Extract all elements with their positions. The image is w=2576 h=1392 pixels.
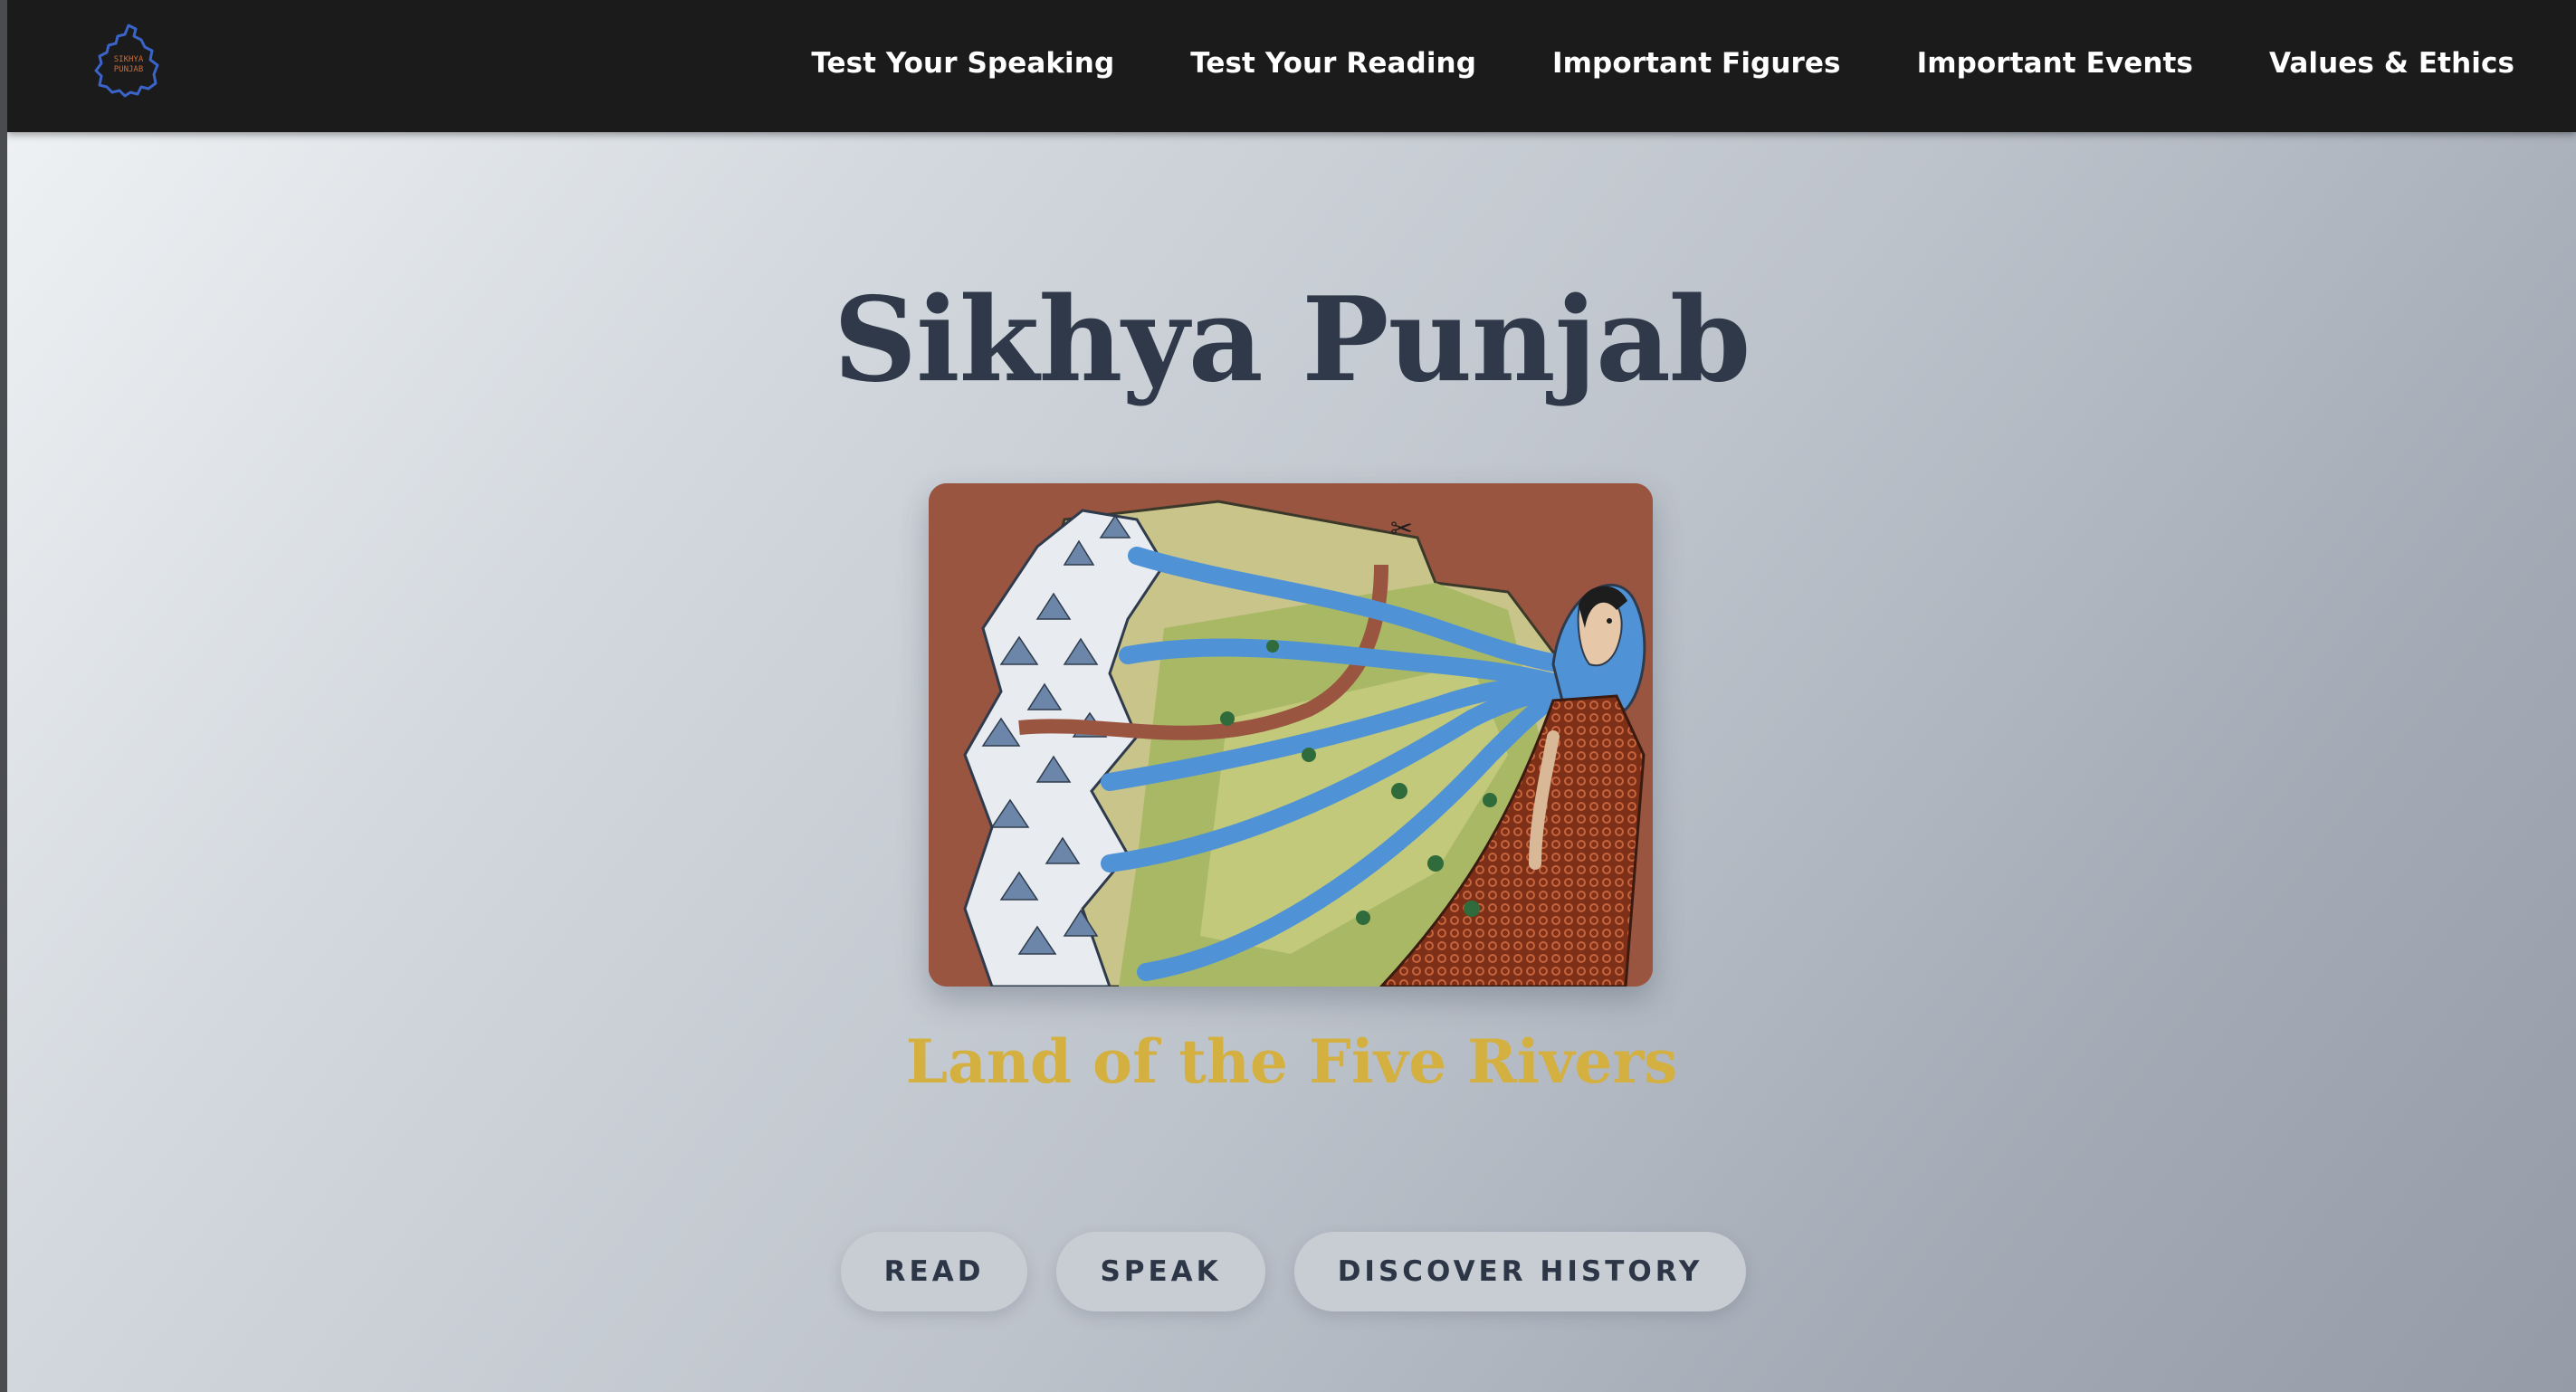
page-title: Sikhya Punjab [833, 272, 1751, 408]
logo-text-line-2: PUNJAB [114, 65, 144, 74]
hero-illustration: ✂ [929, 483, 1653, 987]
nav-link-values-ethics[interactable]: Values & Ethics [2269, 47, 2514, 80]
hero-tagline: Land of the Five Rivers [905, 1026, 1678, 1097]
discover-history-button[interactable]: DISCOVER HISTORY [1293, 1232, 1747, 1311]
browser-viewport: SIKHYA PUNJAB Test Your Speaking Test Yo… [7, 0, 2576, 1392]
five-rivers-illustration: ✂ [929, 483, 1653, 987]
nav-link-test-your-speaking[interactable]: Test Your Speaking [811, 47, 1114, 80]
read-button[interactable]: READ [840, 1232, 1028, 1311]
logo-text-line-1: SIKHYA [114, 55, 144, 64]
punjab-map-logo-icon: SIKHYA PUNJAB [94, 24, 159, 98]
hero-section: Sikhya Punjab ✂ Land of the Five Rivers … [7, 132, 2576, 1392]
speak-button[interactable]: SPEAK [1056, 1232, 1265, 1311]
scissors-icon: ✂ [1390, 513, 1413, 545]
nav-link-test-your-reading[interactable]: Test Your Reading [1190, 47, 1476, 80]
nav-link-important-figures[interactable]: Important Figures [1552, 47, 1841, 80]
hero-action-buttons: READ SPEAK DISCOVER HISTORY [7, 1232, 2576, 1311]
nav-links: Test Your Speaking Test Your Reading Imp… [811, 0, 2514, 127]
top-navbar: SIKHYA PUNJAB Test Your Speaking Test Yo… [7, 0, 2576, 132]
site-logo[interactable]: SIKHYA PUNJAB [89, 20, 170, 101]
nav-link-important-events[interactable]: Important Events [1917, 47, 2193, 80]
